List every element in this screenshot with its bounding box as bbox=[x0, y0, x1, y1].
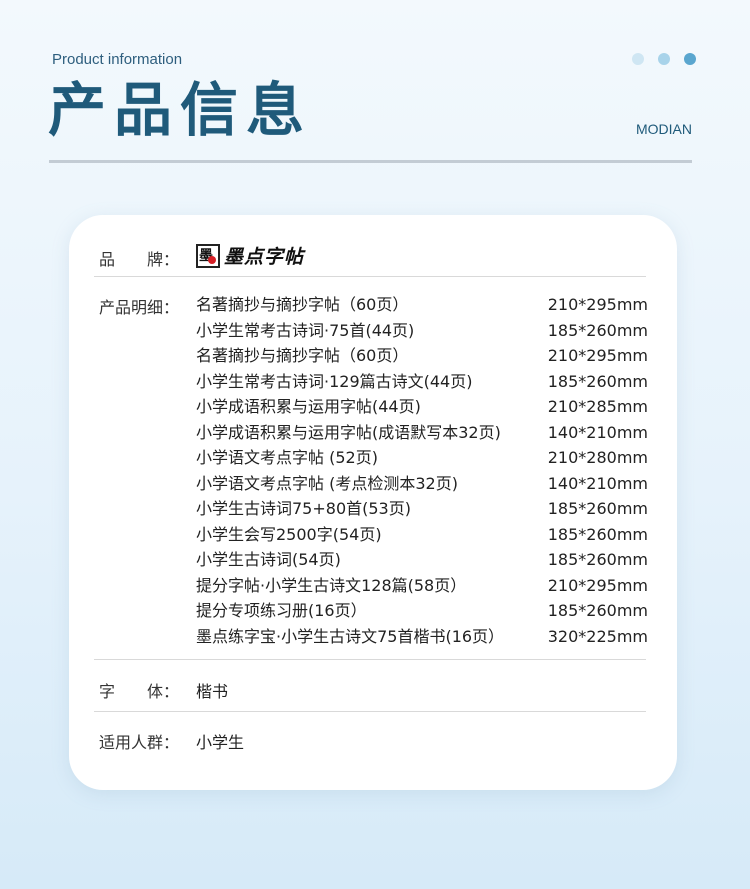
product-name: 提分专项练习册(16页） bbox=[196, 601, 367, 620]
product-name: 小学成语积累与运用字帖(44页) bbox=[196, 397, 421, 416]
products-label: 产品明细： bbox=[99, 298, 180, 317]
divider bbox=[94, 659, 646, 660]
product-row: 墨点练字宝·小学生古诗文75首楷书(16页） 320*225mm bbox=[196, 624, 648, 650]
product-name: 提分字帖·小学生古诗文128篇(58页） bbox=[196, 575, 467, 595]
product-row: 小学生会写2500字(54页) 185*260mm bbox=[196, 522, 648, 548]
product-size: 320*225mm bbox=[547, 626, 648, 646]
product-row: 小学成语积累与运用字帖(44页) 210*285mm bbox=[196, 394, 648, 420]
product-name: 墨点练字宝·小学生古诗文75首楷书(16页） bbox=[196, 626, 505, 646]
product-name: 名著摘抄与摘抄字帖（60页） bbox=[196, 346, 409, 365]
product-name: 小学成语积累与运用字帖(成语默写本32页) bbox=[196, 422, 501, 442]
product-size: 210*295mm bbox=[547, 575, 648, 595]
product-name: 小学生常考古诗词·75首(44页) bbox=[196, 320, 415, 340]
brand-logo: 墨 墨点字帖 bbox=[196, 242, 304, 269]
product-name: 小学生古诗词(54页) bbox=[196, 550, 341, 569]
product-name: 小学语文考点字帖 (52页) bbox=[196, 448, 378, 467]
dot-icon bbox=[684, 53, 696, 65]
product-size: 210*295mm bbox=[547, 295, 648, 314]
divider bbox=[94, 711, 646, 712]
product-size: 185*260mm bbox=[547, 499, 648, 518]
product-row: 名著摘抄与摘抄字帖（60页） 210*295mm bbox=[196, 343, 648, 369]
decorative-dots bbox=[632, 53, 696, 65]
product-row: 提分专项练习册(16页） 185*260mm bbox=[196, 598, 648, 624]
product-size: 185*260mm bbox=[547, 524, 648, 544]
divider bbox=[94, 276, 646, 277]
dot-icon bbox=[632, 53, 644, 65]
product-row: 小学语文考点字帖 (考点检测本32页) 140*210mm bbox=[196, 471, 648, 497]
header-divider bbox=[49, 160, 692, 163]
page-title: 产品信息 bbox=[48, 76, 313, 144]
header-brand: MODIAN bbox=[636, 121, 692, 137]
product-size: 185*260mm bbox=[547, 601, 648, 620]
product-size: 185*260mm bbox=[547, 550, 648, 569]
audience-value: 小学生 bbox=[196, 733, 245, 752]
product-list: 名著摘抄与摘抄字帖（60页） 210*295mm 小学生常考古诗词·75首(44页)… bbox=[196, 292, 648, 649]
product-size: 210*280mm bbox=[547, 448, 648, 467]
dot-icon bbox=[658, 53, 670, 65]
brand-name: 墨点字帖 bbox=[224, 246, 305, 268]
product-row: 小学生古诗词75+80首(53页) 185*260mm bbox=[196, 496, 648, 522]
product-row: 小学生常考古诗词·75首(44页) 185*260mm bbox=[196, 318, 648, 344]
product-name: 小学生常考古诗词·129篇古诗文(44页) bbox=[196, 371, 473, 391]
product-row: 小学生古诗词(54页) 185*260mm bbox=[196, 547, 648, 573]
product-row: 提分字帖·小学生古诗文128篇(58页） 210*295mm bbox=[196, 573, 648, 599]
product-name: 小学生会写2500字(54页) bbox=[196, 524, 382, 544]
audience-label: 适用人群： bbox=[99, 733, 180, 752]
red-dot-icon bbox=[208, 255, 216, 264]
product-name: 小学语文考点字帖 (考点检测本32页) bbox=[196, 473, 458, 493]
product-row: 名著摘抄与摘抄字帖（60页） 210*295mm bbox=[196, 292, 648, 318]
product-name: 名著摘抄与摘抄字帖（60页） bbox=[196, 295, 409, 314]
font-label: 字 体： bbox=[99, 682, 180, 701]
product-row: 小学语文考点字帖 (52页) 210*280mm bbox=[196, 445, 648, 471]
product-row: 小学成语积累与运用字帖(成语默写本32页) 140*210mm bbox=[196, 420, 648, 446]
product-size: 210*285mm bbox=[547, 397, 648, 416]
header-subtitle: Product information bbox=[52, 51, 183, 68]
seal-icon: 墨 bbox=[196, 243, 220, 268]
product-size: 210*295mm bbox=[547, 346, 648, 365]
brand-label: 品 牌： bbox=[99, 250, 180, 269]
product-info-card: 品 牌： 墨 墨点字帖 产品明细： 名著摘抄与摘抄字帖（60页） 210*295m… bbox=[69, 215, 677, 790]
product-row: 小学生常考古诗词·129篇古诗文(44页) 185*260mm bbox=[196, 369, 648, 395]
product-size: 140*210mm bbox=[547, 473, 648, 493]
product-size: 185*260mm bbox=[547, 371, 648, 391]
product-size: 140*210mm bbox=[547, 422, 648, 442]
font-value: 楷书 bbox=[196, 682, 229, 701]
product-size: 185*260mm bbox=[547, 320, 648, 340]
product-name: 小学生古诗词75+80首(53页) bbox=[196, 499, 411, 518]
